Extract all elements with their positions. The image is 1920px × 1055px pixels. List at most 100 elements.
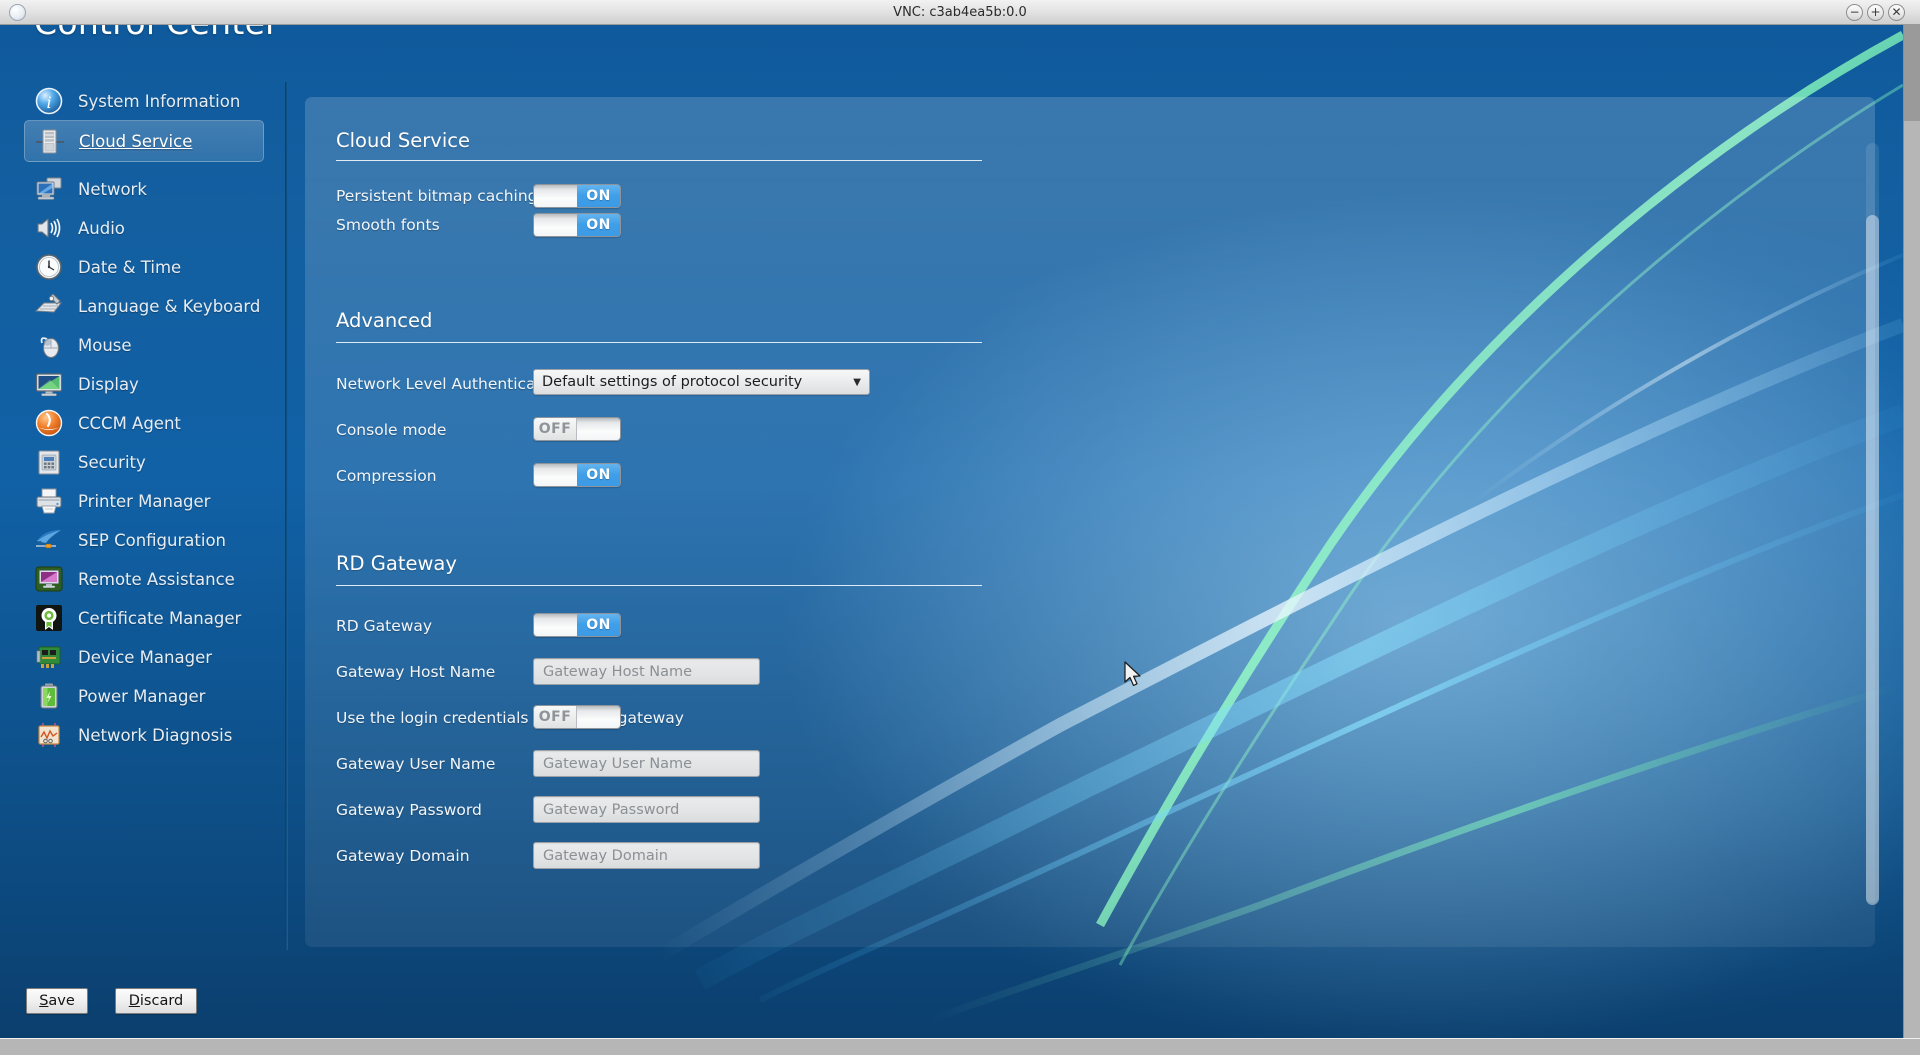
toggle-state-label: ON	[577, 464, 620, 486]
device-card-icon	[34, 642, 64, 672]
vnc-vertical-scrollbar[interactable]	[1903, 25, 1920, 1038]
gateway-user-name-input[interactable]: Gateway User Name	[533, 750, 760, 777]
toggle-knob	[534, 185, 577, 207]
sidebar-item-remote-assistance[interactable]: Remote Assistance	[24, 558, 264, 600]
app-title: Control Center	[34, 25, 279, 42]
input-placeholder: Gateway Domain	[543, 847, 668, 864]
section-heading-advanced: Advanced	[336, 309, 433, 332]
sidebar-item-network[interactable]: Network	[24, 168, 264, 210]
sidebar-item-label: Network Diagnosis	[78, 725, 233, 745]
printer-icon	[34, 486, 64, 516]
network-monitor-icon	[34, 174, 64, 204]
chevron-down-icon: ▼	[853, 376, 861, 388]
remote-desktop-viewport: Control Center i System Information	[0, 25, 1903, 1038]
sidebar-item-security[interactable]: Security	[24, 441, 264, 483]
row-label-console-mode: Console mode	[336, 421, 447, 439]
minimize-icon[interactable]: −	[1846, 4, 1863, 21]
sep-config-icon	[34, 525, 64, 555]
sidebar-item-label: System Information	[78, 91, 241, 111]
sidebar-divider	[285, 82, 288, 950]
save-button[interactable]: Save	[26, 988, 88, 1014]
security-lock-icon	[34, 447, 64, 477]
sidebar-item-label: Certificate Manager	[78, 608, 242, 628]
gateway-host-name-input[interactable]: Gateway Host Name	[533, 658, 760, 685]
dropdown-selected-value: Default settings of protocol security	[542, 374, 803, 390]
toggle-state-label: ON	[577, 185, 620, 207]
sidebar-item-label: Printer Manager	[78, 491, 211, 511]
speaker-icon	[34, 213, 64, 243]
sidebar-item-label: Remote Assistance	[78, 569, 235, 589]
sidebar-item-display[interactable]: Display	[24, 363, 264, 405]
section-rule	[336, 585, 982, 586]
section-rule	[336, 342, 982, 343]
gateway-domain-input[interactable]: Gateway Domain	[533, 842, 760, 869]
row-label-use-login-credentials: Use the login credentials for the RD gat…	[336, 709, 684, 727]
info-icon: i	[34, 86, 64, 116]
toggle-persistent-bitmap-caching[interactable]: ON	[533, 184, 621, 208]
settings-content-panel: Cloud Service Persistent bitmap caching …	[305, 97, 1875, 947]
sidebar-item-cloud-service[interactable]: Cloud Service	[24, 120, 264, 162]
toggle-state-label: OFF	[534, 706, 578, 728]
row-label-compression: Compression	[336, 467, 437, 485]
network-diagnosis-icon	[34, 720, 64, 750]
battery-icon	[34, 681, 64, 711]
toggle-console-mode[interactable]: OFF	[533, 417, 621, 441]
gateway-password-input[interactable]: Gateway Password	[533, 796, 760, 823]
display-icon	[34, 369, 64, 399]
section-rule	[336, 160, 982, 161]
row-label-smooth-fonts: Smooth fonts	[336, 216, 440, 234]
sidebar-item-label: Display	[78, 374, 139, 394]
row-label-gateway-password: Gateway Password	[336, 801, 482, 819]
row-label-network-level-authentication: Network Level Authentication	[336, 375, 566, 393]
row-label-rd-gateway: RD Gateway	[336, 617, 433, 635]
sidebar-item-cccm-agent[interactable]: CCCM Agent	[24, 402, 264, 444]
dropdown-network-level-authentication[interactable]: Default settings of protocol security ▼	[533, 369, 870, 395]
toggle-state-label: OFF	[534, 418, 578, 440]
vnc-window-title: VNC: c3ab4ea5b:0.0	[893, 5, 1027, 20]
sidebar-item-label: Mouse	[78, 335, 132, 355]
close-icon[interactable]: ✕	[1888, 4, 1905, 21]
sidebar-item-mouse[interactable]: Mouse	[24, 324, 264, 366]
sidebar-item-label: Device Manager	[78, 647, 212, 667]
sidebar-item-label: SEP Configuration	[78, 530, 226, 550]
vnc-horizontal-scrollbar[interactable]	[0, 1038, 1920, 1055]
sidebar-item-system-information[interactable]: i System Information	[24, 80, 264, 122]
sidebar-item-network-diagnosis[interactable]: Network Diagnosis	[24, 714, 264, 756]
toggle-state-label: ON	[577, 614, 620, 636]
toggle-knob	[534, 614, 577, 636]
discard-mnemonic: D	[128, 993, 140, 1009]
row-label-gateway-user-name: Gateway User Name	[336, 755, 496, 773]
sidebar-item-label: Cloud Service	[79, 131, 193, 151]
row-label-gateway-host-name: Gateway Host Name	[336, 663, 496, 681]
sidebar-item-sep-configuration[interactable]: SEP Configuration	[24, 519, 264, 561]
server-icon	[35, 126, 65, 156]
toggle-smooth-fonts[interactable]: ON	[533, 213, 621, 237]
certificate-ribbon-icon	[34, 603, 64, 633]
sidebar-item-printer-manager[interactable]: Printer Manager	[24, 480, 264, 522]
toggle-use-login-credentials[interactable]: OFF	[533, 705, 621, 729]
sidebar-item-language-keyboard[interactable]: Language & Keyboard	[24, 285, 264, 327]
sidebar-item-device-manager[interactable]: Device Manager	[24, 636, 264, 678]
mouse-icon	[34, 330, 64, 360]
sidebar-item-certificate-manager[interactable]: Certificate Manager	[24, 597, 264, 639]
input-placeholder: Gateway Password	[543, 801, 680, 818]
sidebar-item-label: Security	[78, 452, 146, 472]
section-heading-rd-gateway: RD Gateway	[336, 552, 457, 575]
maximize-icon[interactable]: +	[1867, 4, 1884, 21]
sidebar-item-date-time[interactable]: Date & Time	[24, 246, 264, 288]
sidebar-item-audio[interactable]: Audio	[24, 207, 264, 249]
svg-text:i: i	[46, 93, 51, 112]
discard-button[interactable]: Discard	[115, 988, 197, 1014]
vnc-horizontal-scrollbar-thumb[interactable]	[0, 1039, 1903, 1055]
toggle-rd-gateway[interactable]: ON	[533, 613, 621, 637]
toggle-state-label: ON	[577, 214, 620, 236]
sidebar-item-label: Power Manager	[78, 686, 206, 706]
sidebar-item-label: Network	[78, 179, 147, 199]
toggle-compression[interactable]: ON	[533, 463, 621, 487]
sidebar-item-power-manager[interactable]: Power Manager	[24, 675, 264, 717]
toggle-knob	[534, 464, 577, 486]
sidebar-item-label: Language & Keyboard	[78, 296, 261, 316]
input-placeholder: Gateway User Name	[543, 755, 693, 772]
row-label-persistent-bitmap-caching: Persistent bitmap caching	[336, 187, 538, 205]
vnc-vertical-scrollbar-thumb[interactable]	[1904, 25, 1920, 121]
